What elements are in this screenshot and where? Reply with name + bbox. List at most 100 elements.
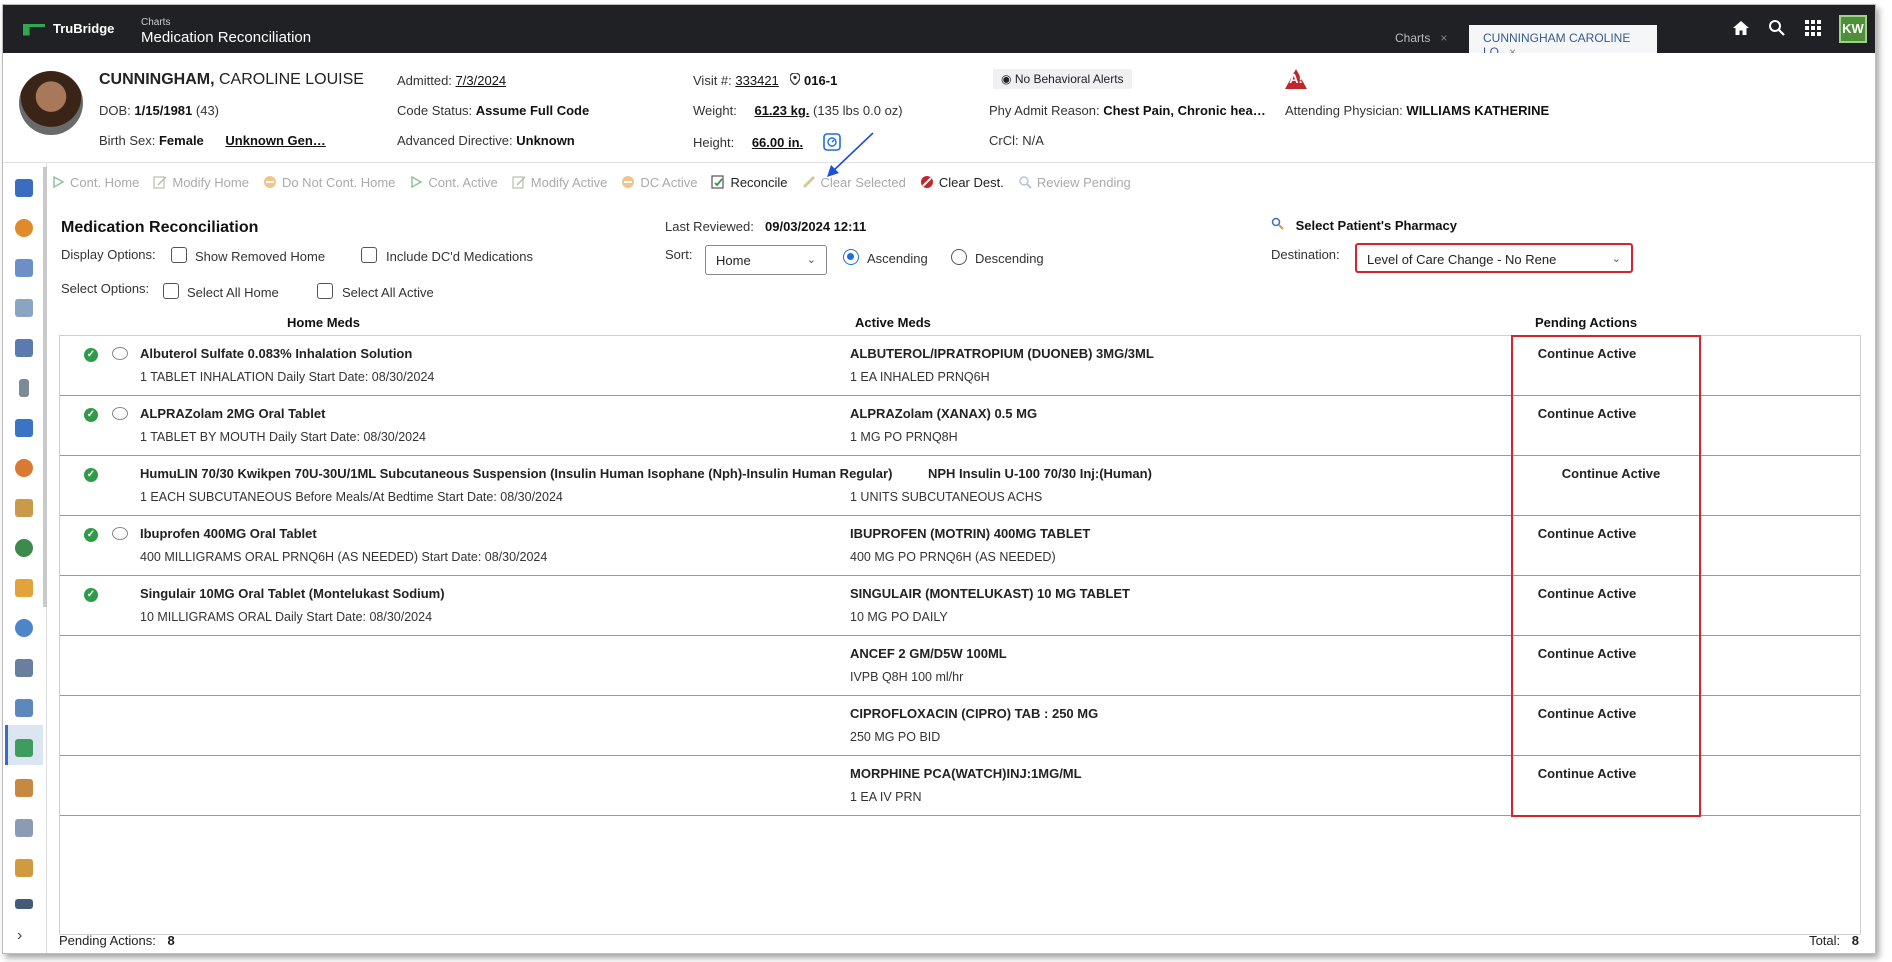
toolbar-label: Reconcile [730,174,788,190]
active-med-sig: 1 MG PO PRNQ8H [850,430,958,444]
medication-row[interactable]: ✓ Albuterol Sulfate 0.083% Inhalation So… [60,336,1860,396]
close-icon[interactable]: × [1440,31,1447,45]
referrals-icon[interactable] [15,859,33,877]
active-med-name: ALPRAZolam (XANAX) 0.5 MG [850,406,1038,421]
active-med-sig: 400 MG PO PRNQ6H (AS NEEDED) [850,550,1056,564]
select-all-home-checkbox[interactable] [163,283,179,299]
medication-row[interactable]: CIPROFLOXACIN (CIPRO) TAB : 250 MG 250 M… [60,696,1860,756]
clear-selected-button[interactable]: Clear Selected [802,175,906,190]
toolbar-label: Cont. Active [428,174,498,190]
ascending-radio[interactable] [843,249,859,265]
pending-action[interactable]: Continue Active [1510,586,1664,601]
labs-icon[interactable] [15,299,33,317]
pending-action[interactable]: Continue Active [1510,406,1664,421]
medication-row[interactable]: ✓ ALPRAZolam 2MG Oral Tablet 1 TABLET BY… [60,396,1860,456]
pharmacy-link-label: Select Patient's Pharmacy [1295,218,1457,233]
allergy-alert-icon[interactable]: A! [1285,69,1307,89]
vitals-icon[interactable] [15,219,33,237]
expand-rail-icon[interactable]: › [17,927,22,945]
apps-grid-icon[interactable] [1803,19,1823,39]
include-dc-checkbox[interactable] [361,247,377,263]
pending-action[interactable]: Continue Active [1510,526,1664,541]
active-med-sig: IVPB Q8H 100 ml/hr [850,670,964,684]
reconcile-button[interactable]: Reconcile [711,174,788,190]
descending-label[interactable]: Descending [975,251,1044,266]
tab-charts[interactable]: Charts × [1381,25,1461,53]
pharmacy-link[interactable]: Select Patient's Pharmacy [1271,217,1457,233]
tasks-icon[interactable] [15,579,33,597]
care-plan-icon[interactable] [15,779,33,797]
orders-icon[interactable] [15,259,33,277]
user-avatar[interactable]: KW [1839,15,1867,43]
select-all-home-label[interactable]: Select All Home [187,285,279,300]
home-icon[interactable] [1731,19,1751,39]
history-icon[interactable] [15,699,33,717]
destination-select[interactable]: Level of Care Change - No Rene ⌄ [1355,243,1633,273]
comment-icon[interactable] [112,407,128,420]
magnifier-icon [1018,175,1032,189]
calendar-icon[interactable] [15,179,33,197]
select-all-active-checkbox[interactable] [317,283,333,299]
gender-link[interactable]: Unknown Gen… [225,133,325,148]
edit-icon [512,175,526,189]
weight-label: Weight: [693,103,737,118]
cont-home-button[interactable]: Cont. Home [51,175,139,190]
pending-action[interactable]: Continue Active [1510,646,1664,661]
infusion-icon[interactable] [15,619,33,637]
clear-destination-button[interactable]: Clear Dest. [920,175,1004,190]
med-reconciliation-icon[interactable] [15,739,33,757]
search-icon[interactable] [1767,19,1787,39]
home-med-name: HumuLIN 70/30 Kwikpen 70U-30U/1ML Subcut… [140,466,893,481]
modify-home-button[interactable]: Modify Home [153,175,249,190]
medication-row[interactable]: ANCEF 2 GM/D5W 100ML IVPB Q8H 100 ml/hr … [60,636,1860,696]
notes-icon[interactable] [15,419,33,437]
comment-icon[interactable] [112,527,128,540]
pending-action[interactable]: Continue Active [1510,346,1664,361]
visit-value[interactable]: 333421 [735,73,778,88]
medication-row[interactable]: ✓ HumuLIN 70/30 Kwikpen 70U-30U/1ML Subc… [60,456,1860,516]
attending-label: Attending Physician: [1285,103,1403,118]
brand-logo[interactable]: TruBridge [23,21,114,36]
more-icon[interactable] [15,899,33,909]
select-all-active-label[interactable]: Select All Active [342,285,434,300]
supplies-icon[interactable] [15,659,33,677]
sort-select[interactable]: Home ⌄ [705,245,827,275]
toolbar-label: Cont. Home [70,174,140,190]
medication-row[interactable]: MORPHINE PCA(WATCH)INJ:1MG/ML 1 EA IV PR… [60,756,1860,816]
home-med-sig: 400 MILLIGRAMS ORAL PRNQ6H (AS NEEDED) S… [140,550,548,564]
descending-radio[interactable] [951,249,967,265]
active-med-name: CIPROFLOXACIN (CIPRO) TAB : 250 MG [850,706,1099,721]
globe-icon[interactable] [15,539,33,557]
dc-active-button[interactable]: DC Active [621,175,697,190]
rail-scrollbar[interactable] [43,167,47,607]
cont-active-button[interactable]: Cont. Active [409,174,498,190]
include-dc-label[interactable]: Include DC'd Medications [386,249,533,264]
reports-icon[interactable] [15,819,33,837]
review-pending-button[interactable]: Review Pending [1018,175,1131,190]
pending-action[interactable]: Continue Active [1534,466,1688,481]
do-not-cont-home-button[interactable]: Do Not Cont. Home [263,175,395,190]
device-icon[interactable] [19,379,29,397]
stop-icon [621,175,635,189]
weight-value[interactable]: 61.23 kg. [754,103,809,118]
education-icon[interactable] [15,499,33,517]
toolbar-label: Review Pending [1036,174,1131,190]
tab-patient[interactable]: CUNNINGHAM CAROLINE LO × [1469,25,1657,59]
height-value[interactable]: 66.00 in. [752,135,803,150]
ascending-label[interactable]: Ascending [867,251,928,266]
pending-action[interactable]: Continue Active [1510,766,1664,781]
behavioral-alerts-badge[interactable]: ◉ No Behavioral Alerts [993,69,1132,89]
show-removed-home-label[interactable]: Show Removed Home [195,249,325,264]
documents-icon[interactable] [15,339,33,357]
calculator-icon[interactable] [822,133,841,154]
person-icon[interactable] [15,459,33,477]
medication-row[interactable]: ✓ Singulair 10MG Oral Tablet (Montelukas… [60,576,1860,636]
comment-icon[interactable] [112,347,128,360]
left-navigation-rail: › [3,163,47,953]
admitted-value[interactable]: 7/3/2024 [456,73,507,88]
pending-action[interactable]: Continue Active [1510,706,1664,721]
modify-active-button[interactable]: Modify Active [512,175,607,190]
medication-row[interactable]: ✓ Ibuprofen 400MG Oral Tablet 400 MILLIG… [60,516,1860,576]
panel-title: Medication Reconciliation [61,219,259,236]
show-removed-home-checkbox[interactable] [171,247,187,263]
